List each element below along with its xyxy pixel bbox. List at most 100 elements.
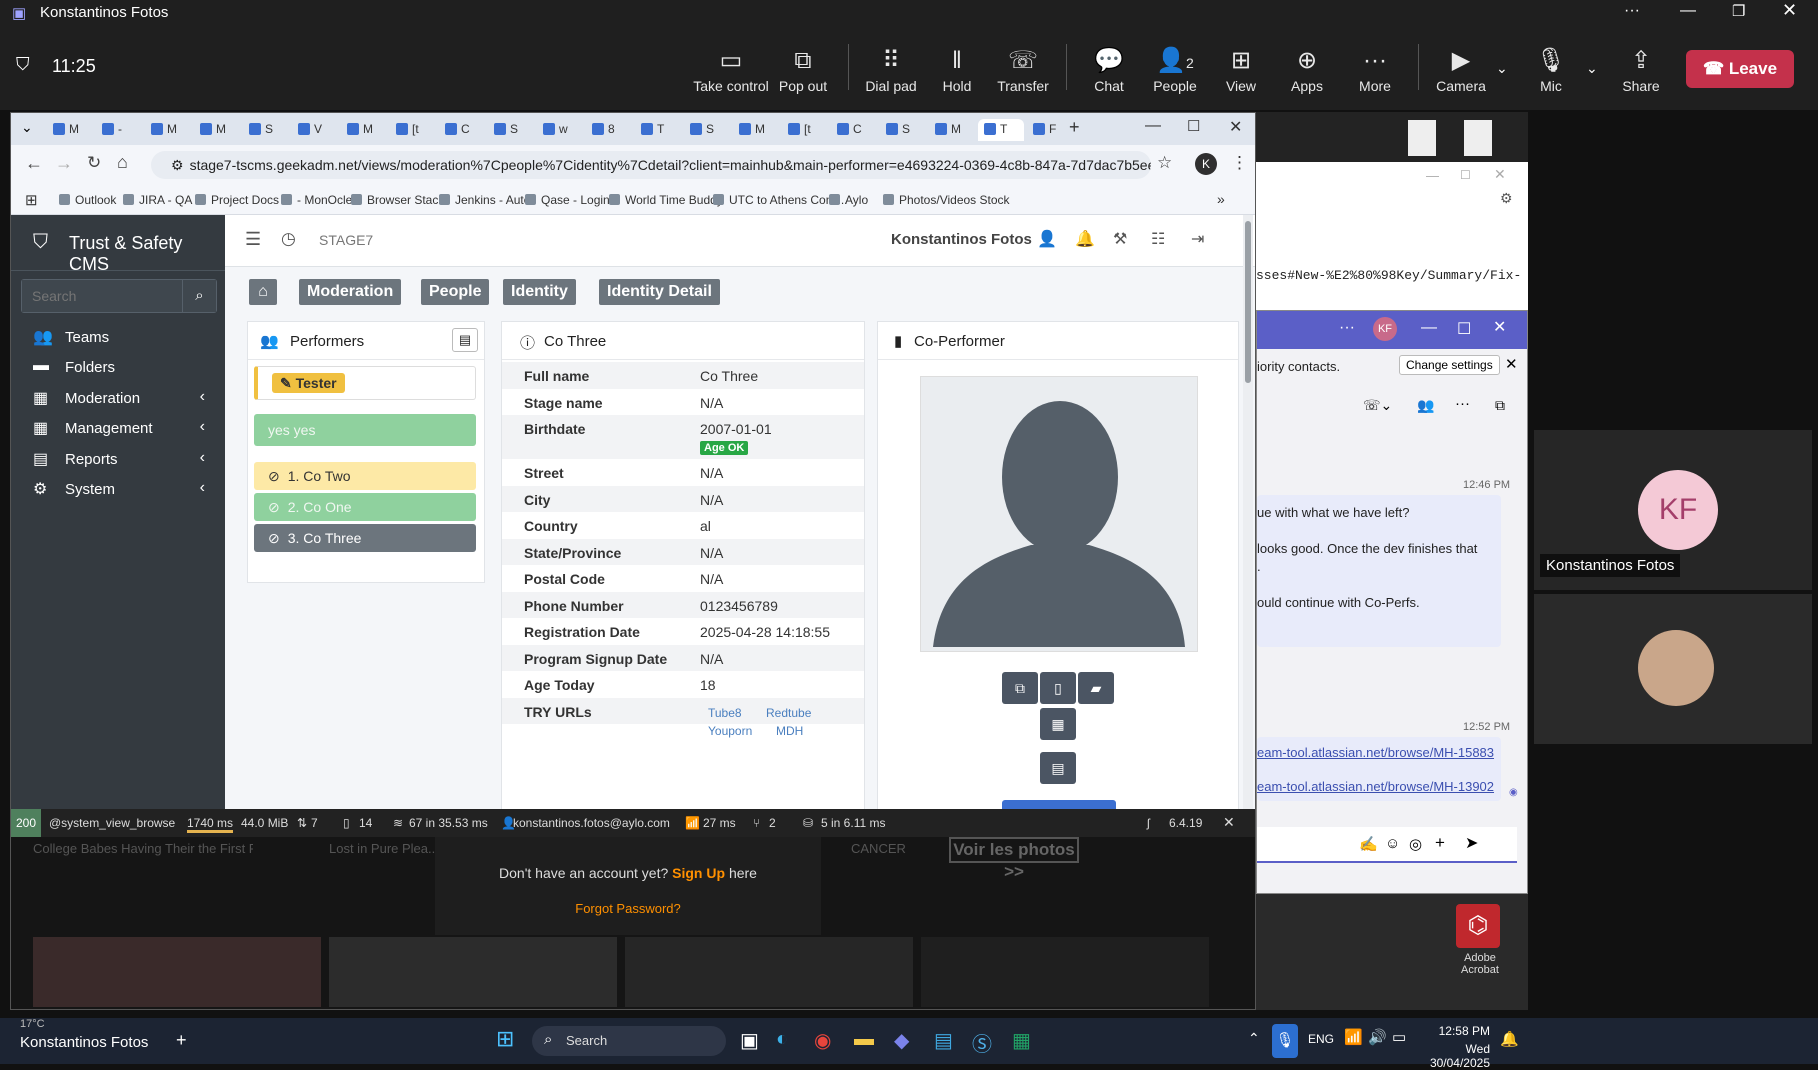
attach-plus-icon[interactable]: + [1435,833,1445,853]
taskbar-window-title[interactable]: Konstantinos Fotos [20,1034,148,1051]
sidebar-item-system[interactable]: ⚙ System ‹ [11,473,225,507]
browser-tab[interactable]: [t [782,119,828,141]
building-button[interactable]: ▦ [1040,708,1076,740]
bookmark-item[interactable]: Project Docs [195,193,279,207]
chrome-icon[interactable]: ◉ [814,1028,831,1053]
volume-icon[interactable]: 🔊 [1368,1028,1387,1046]
sidebar-item-teams[interactable]: 👥 Teams [11,321,225,355]
bookmark-item[interactable]: Qase - Login [525,193,610,207]
browser-tab[interactable]: M [341,119,387,141]
route-name[interactable]: @system_view_browse [49,816,175,830]
change-settings-button[interactable]: Change settings [1399,355,1500,375]
camera-button[interactable]: ▶ Camera [1422,44,1500,94]
file-icon[interactable] [1408,120,1436,156]
language-indicator[interactable]: ENG [1308,1032,1334,1046]
try-url-link[interactable]: MDH [776,724,803,738]
chat-avatar[interactable]: KF [1373,317,1397,341]
profile-avatar[interactable]: K [1195,153,1217,175]
browser-tab[interactable]: M [929,119,975,141]
url-input[interactable]: ⚙ stage7-tscms.geekadm.net/views/moderati… [151,151,1151,179]
browser-tab[interactable]: 8 [586,119,632,141]
bookmark-star-icon[interactable]: ☆ [1157,153,1172,173]
mic-options-chevron-icon[interactable]: ⌄ [1586,60,1598,77]
participant-tile-self[interactable]: KF Konstantinos Fotos [1534,430,1812,590]
performer-item[interactable]: ⊘ 1. Co Two [254,462,476,490]
browser-tab[interactable]: V [292,119,338,141]
devbar-metric-d[interactable]: 2 [769,816,776,830]
bg-minimize-icon[interactable]: — [1426,168,1439,183]
browser-minimize-icon[interactable]: — [1145,117,1161,135]
mic-tray-icon[interactable]: 🎙 [1272,1024,1298,1058]
performer-item[interactable]: ⊘ 2. Co One [254,493,476,521]
breadcrumb-people[interactable]: People [421,279,490,305]
sliders-icon[interactable]: ☷ [1151,229,1165,249]
browser-menu-icon[interactable]: ⋮ [1231,153,1248,173]
video-title-3[interactable]: CANCER [851,841,906,856]
video-title-1[interactable]: College Babes Having Their the First Fou… [33,841,253,856]
bg-close-icon[interactable]: ✕ [1494,166,1506,183]
browser-tab[interactable]: M [733,119,779,141]
call-icon[interactable]: ☏⌄ [1363,397,1392,414]
toolbox-icon[interactable]: ⚒ [1113,229,1127,249]
participant-tile-remote[interactable] [1534,594,1812,744]
try-url-link[interactable]: Redtube [766,706,811,720]
sticker-icon[interactable]: ◎ [1409,835,1422,853]
browser-tab[interactable]: S [243,119,289,141]
user-icon[interactable]: 👤 [1037,229,1057,249]
browser-tab[interactable]: S [880,119,926,141]
chat-maximize-icon[interactable]: ☐ [1457,319,1471,339]
yes-row[interactable]: yes yes [254,414,476,446]
status-code[interactable]: 200 [11,809,41,837]
bg-maximize-icon[interactable]: ☐ [1460,168,1471,182]
notepad-icon[interactable]: ▤ [934,1028,953,1053]
task-view-icon[interactable]: ▣ [740,1028,759,1053]
more-bookmarks-icon[interactable]: » [1217,191,1225,207]
document-button[interactable]: ▯ [1040,672,1076,704]
share-button[interactable]: ⇪ Share [1602,44,1680,94]
browser-tab[interactable]: S [684,119,730,141]
browser-tab[interactable]: M [194,119,240,141]
hamburger-icon[interactable]: ☰ [245,229,261,250]
popout-chat-icon[interactable]: ⧉ [1495,397,1505,414]
pop-out-button[interactable]: ⧉ Pop out [764,44,842,94]
jira-link-2[interactable]: eam-tool.atlassian.net/browse/MH-13902 [1257,779,1494,794]
file-explorer-icon[interactable]: ▬ [854,1028,874,1051]
logout-icon[interactable]: ⇥ [1191,229,1204,249]
clock-icon[interactable]: ◷ [281,229,296,249]
taskbar-search[interactable]: ⌕ Search [532,1026,726,1056]
breadcrumb-moderation[interactable]: Moderation [299,279,402,305]
file-icon[interactable] [1464,120,1492,156]
apps-grid-icon[interactable]: ⊞ [25,191,38,209]
browser-maximize-icon[interactable]: ☐ [1187,117,1200,135]
request-time[interactable]: 1740 ms [187,816,234,833]
bookmark-item[interactable]: Photos/Videos Stock [883,193,1010,207]
sidebar-item-management[interactable]: ▦ Management ‹ [11,412,225,446]
video-thumbnail-4[interactable] [921,937,1209,1007]
devbar-metric-e[interactable]: 5 in 6.11 ms [821,816,885,830]
primary-action-button[interactable] [1002,800,1116,809]
archive-toggle-icon[interactable]: ▤ [452,328,478,352]
video-title-2[interactable]: Lost in Pure Plea... [329,841,439,856]
open-external-button[interactable]: ⧉ [1002,672,1038,704]
bookmark-item[interactable]: - MonOcle [281,193,352,207]
archive-button[interactable]: ▤ [1040,752,1076,784]
devbar-metric-c[interactable]: 27 ms [703,816,736,830]
sidebar-item-folders[interactable]: ▬ Folders [11,351,225,385]
bookmark-item[interactable]: Jenkins - Auto [439,193,530,207]
site-info-icon[interactable]: ⚙ [171,157,184,173]
video-thumbnail-3[interactable] [625,937,913,1007]
browser-tab[interactable]: T [635,119,681,141]
minimize-icon[interactable]: — [1680,2,1696,20]
skype-icon[interactable]: Ⓢ [972,1028,992,1057]
devbar-metric-a[interactable]: 7 [311,816,318,830]
emoji-icon[interactable]: ☺ [1385,835,1400,852]
add-people-icon[interactable]: 👥 [1417,397,1434,414]
more-button[interactable]: ··· More [1336,44,1414,94]
chat-close-icon[interactable]: ✕ [1493,317,1506,337]
chat-options-icon[interactable]: ··· [1455,395,1470,412]
devbar-metric-b[interactable]: 14 [359,816,372,830]
scrollbar-thumb[interactable] [1245,221,1251,383]
bell-icon[interactable]: 🔔 [1075,229,1095,249]
adobe-acrobat-icon[interactable]: ⌬ [1456,904,1500,948]
sidebar-search-input[interactable] [22,280,182,312]
